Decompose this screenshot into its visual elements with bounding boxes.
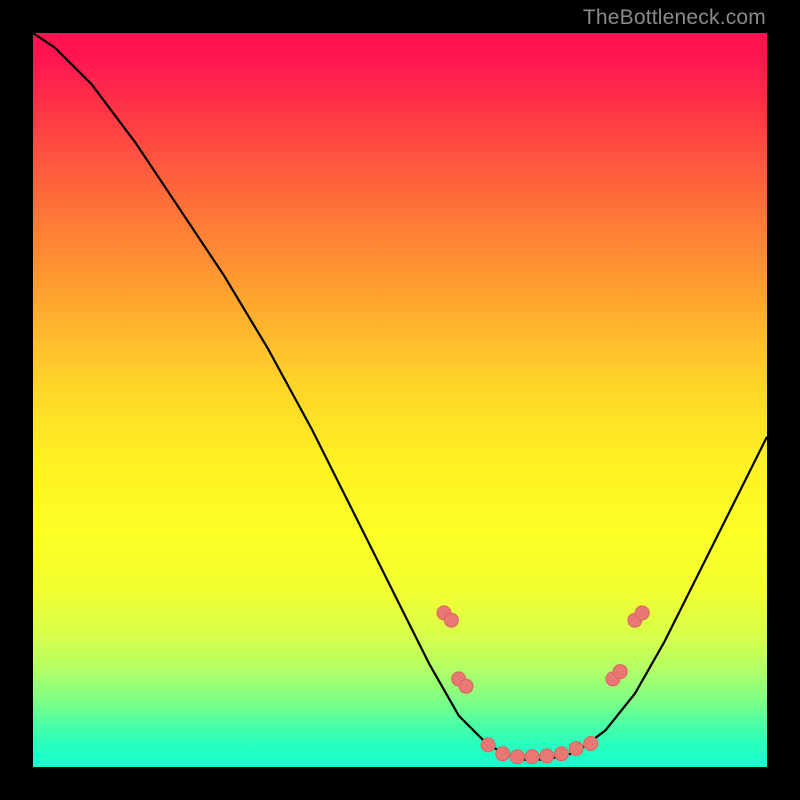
data-marker	[459, 679, 473, 693]
chart-svg	[33, 33, 767, 767]
data-marker	[525, 750, 539, 764]
data-marker	[444, 613, 458, 627]
data-marker	[613, 665, 627, 679]
data-marker	[584, 737, 598, 751]
data-marker	[496, 747, 510, 761]
data-marker	[510, 750, 524, 764]
chart-plot-area	[33, 33, 767, 767]
watermark-text: TheBottleneck.com	[583, 6, 766, 30]
data-marker	[481, 738, 495, 752]
data-marker	[540, 749, 554, 763]
data-marker	[635, 606, 649, 620]
data-markers	[437, 606, 649, 764]
data-marker	[569, 742, 583, 756]
data-marker	[555, 747, 569, 761]
bottleneck-curve	[33, 33, 767, 760]
